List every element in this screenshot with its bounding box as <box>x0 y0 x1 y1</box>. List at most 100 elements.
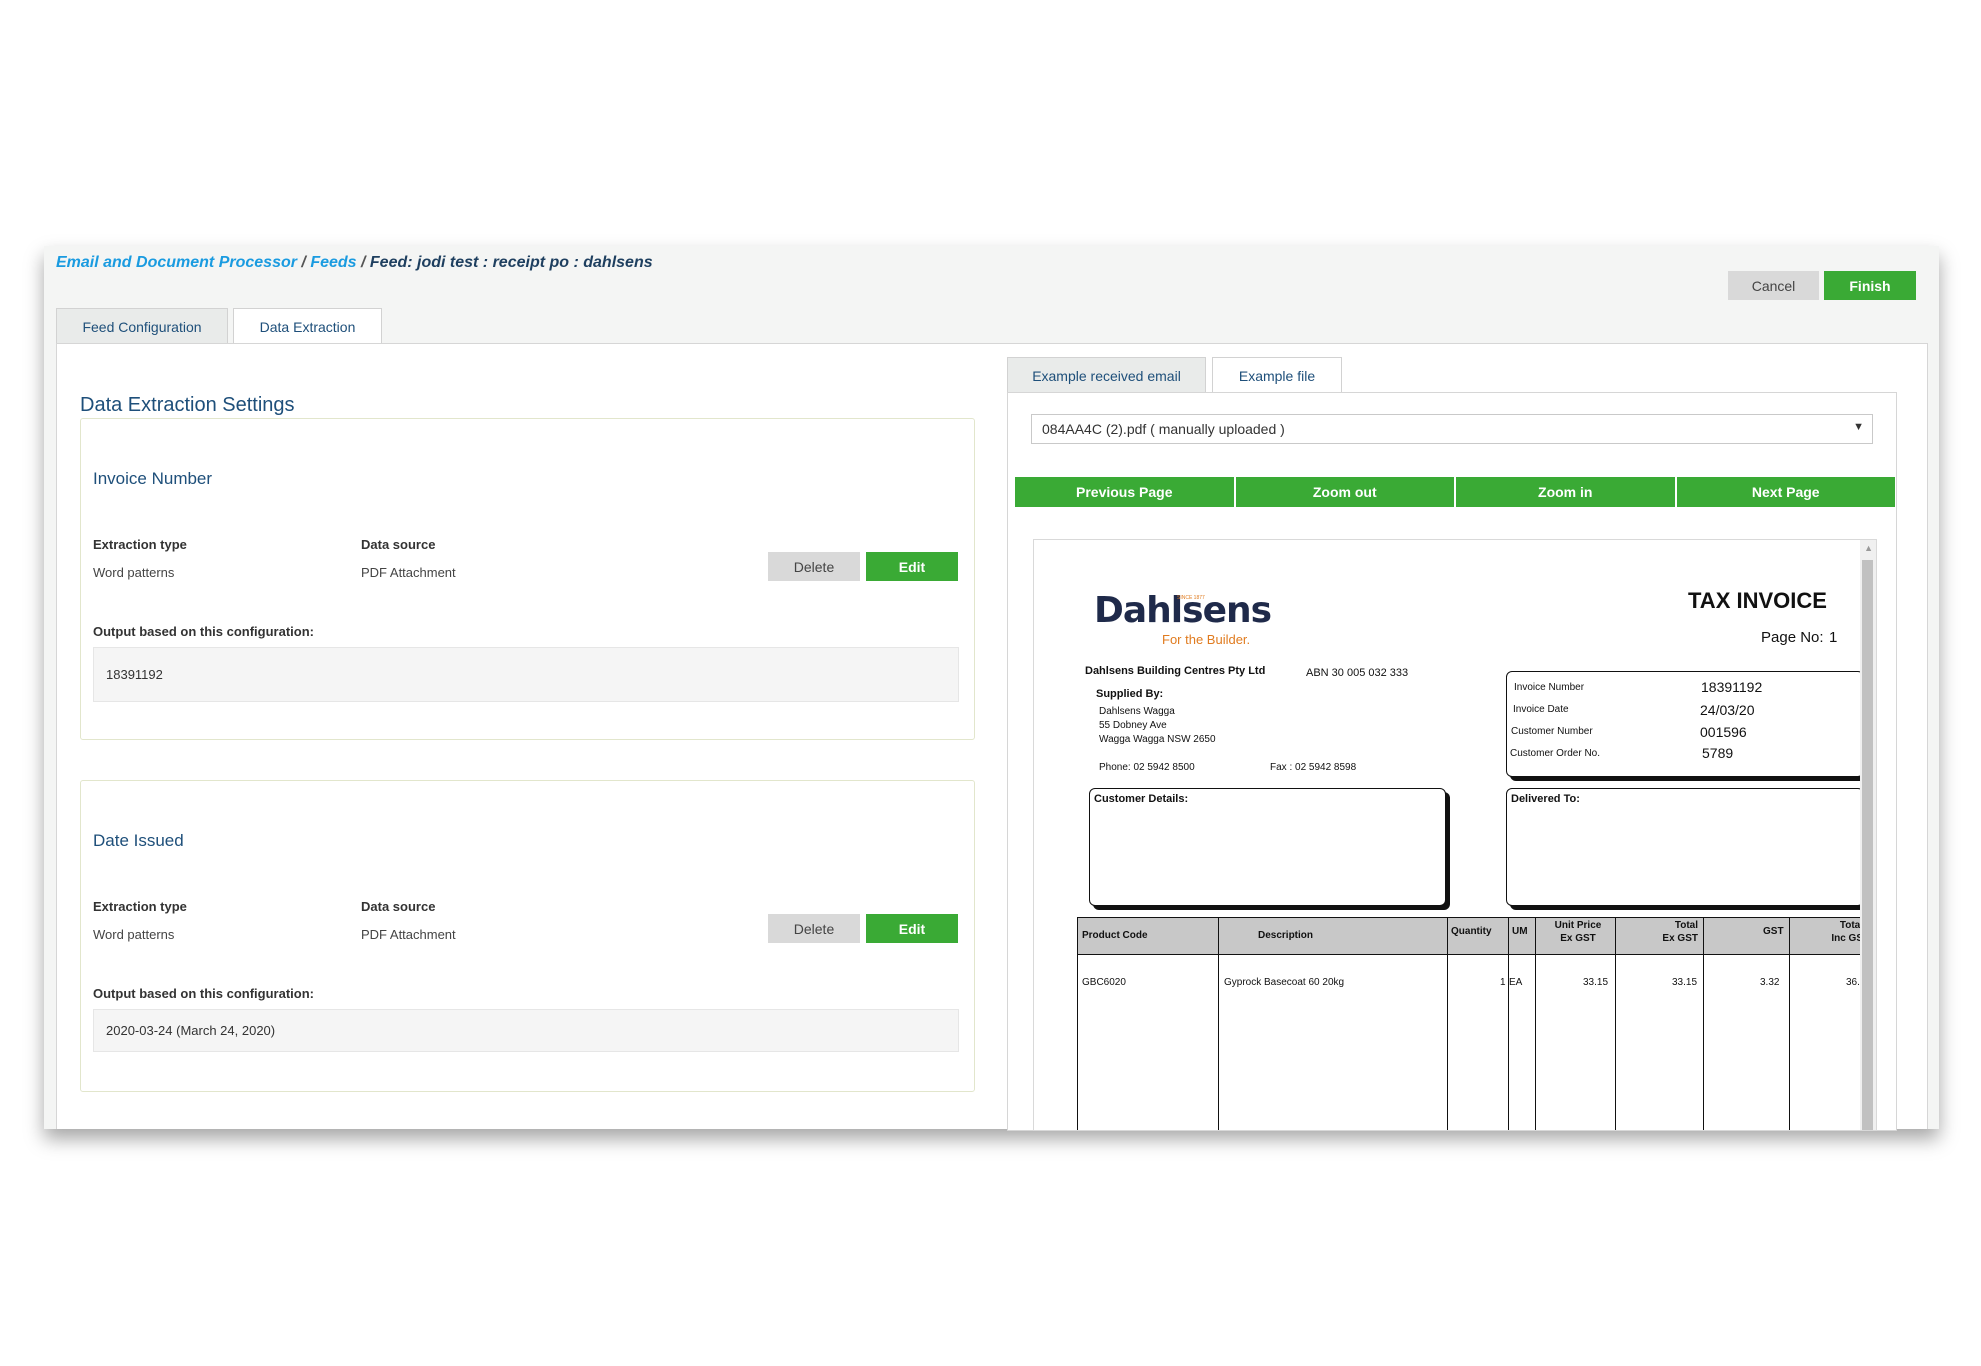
table-header-cell: Product Code <box>1082 930 1148 941</box>
data-source-value: PDF Attachment <box>361 927 456 942</box>
supplier-line: Wagga Wagga NSW 2650 <box>1099 734 1216 745</box>
breadcrumb-separator: / <box>356 254 370 271</box>
meta-label: Customer Number <box>1511 726 1593 737</box>
edit-button[interactable]: Edit <box>866 914 958 943</box>
table-col-divider <box>1789 917 1790 1130</box>
table-header-cell: UM <box>1512 926 1528 937</box>
cancel-button[interactable]: Cancel <box>1728 271 1819 300</box>
tab-example-file[interactable]: Example file <box>1212 357 1342 394</box>
breadcrumb-email-processor[interactable]: Email and Document Processor <box>56 254 297 271</box>
table-header-line: Ex GST <box>1662 933 1698 944</box>
delivered-to-box <box>1506 788 1864 906</box>
meta-label: Invoice Number <box>1514 682 1585 693</box>
card-title: Invoice Number <box>93 469 213 488</box>
data-source-value: PDF Attachment <box>361 565 456 580</box>
breadcrumb-separator: / <box>296 254 311 271</box>
table-cell-quantity: 1 <box>1500 977 1506 988</box>
table-cell-um: EA <box>1509 977 1523 988</box>
table-header-cell: GST <box>1763 926 1784 937</box>
page-no-label: Page No: <box>1761 629 1824 646</box>
output-value: 18391192 <box>93 647 959 702</box>
table-header-line: Inc GS <box>1831 933 1863 944</box>
table-header-line: Unit Price <box>1554 920 1602 931</box>
table-header-cell: Description <box>1258 930 1314 941</box>
delete-button[interactable]: Delete <box>768 914 860 943</box>
extraction-card-date-issued: Date Issued Extraction type Word pattern… <box>80 780 975 1092</box>
table-col-divider <box>1447 917 1448 1130</box>
table-col-divider <box>1703 917 1704 1130</box>
table-header-cell: Total Ex GST <box>1653 919 1698 945</box>
next-page-button[interactable]: Next Page <box>1676 477 1895 507</box>
table-cell-unit-price: 33.15 <box>1583 977 1609 988</box>
table-cell-total-inc: 36. <box>1846 977 1860 988</box>
delivered-to-label: Delivered To: <box>1511 793 1580 805</box>
table-col-divider <box>1508 917 1509 1130</box>
output-label: Output based on this configuration: <box>93 986 314 1001</box>
output-label: Output based on this configuration: <box>93 624 314 639</box>
pdf-viewer[interactable]: Dahlsens SINCE 1877 For the Builder. TAX… <box>1033 539 1877 1131</box>
breadcrumb: Email and Document Processor / Feeds / F… <box>56 254 653 272</box>
scrollbar-thumb[interactable] <box>1862 560 1873 1130</box>
table-header-line: Total <box>1674 920 1698 931</box>
company-name: Dahlsens Building Centres Pty Ltd <box>1085 665 1266 677</box>
meta-value: 5789 <box>1702 745 1734 761</box>
extraction-type-label: Extraction type <box>93 537 187 552</box>
tab-feed-configuration[interactable]: Feed Configuration <box>56 308 228 344</box>
table-cell-description: Gyprock Basecoat 60 20kg <box>1224 977 1345 988</box>
file-select-value: 084AA4C (2).pdf ( manually uploaded ) <box>1042 421 1285 437</box>
breadcrumb-current: Feed: jodi test : receipt po : dahlsens <box>369 254 653 271</box>
data-source-label: Data source <box>361 537 436 552</box>
supplied-by-label: Supplied By: <box>1096 688 1164 700</box>
supplier-fax: Fax : 02 5942 8598 <box>1270 762 1357 773</box>
table-col-divider <box>1535 917 1536 1130</box>
extraction-type-value: Word patterns <box>93 927 175 942</box>
table-header-line: Total <box>1839 920 1863 931</box>
zoom-out-button[interactable]: Zoom out <box>1235 477 1456 507</box>
table-cell-gst: 3.32 <box>1760 977 1780 988</box>
chevron-down-icon: ▼ <box>1853 421 1864 433</box>
table-col-divider <box>1615 917 1616 1130</box>
table-header-line: Ex GST <box>1560 933 1596 944</box>
card-title: Date Issued <box>93 831 184 850</box>
viewer-scrollbar[interactable]: ▲ <box>1860 540 1876 1130</box>
meta-value: 001596 <box>1700 724 1747 740</box>
section-title: Data Extraction Settings <box>80 394 295 416</box>
scroll-up-icon[interactable]: ▲ <box>1864 543 1873 553</box>
output-value: 2020-03-24 (March 24, 2020) <box>93 1009 959 1052</box>
logo-since: SINCE 1877 <box>1177 595 1205 601</box>
finish-button[interactable]: Finish <box>1824 271 1916 300</box>
extraction-type-value: Word patterns <box>93 565 175 580</box>
extraction-type-label: Extraction type <box>93 899 187 914</box>
meta-value: 24/03/20 <box>1700 702 1755 718</box>
breadcrumb-feeds[interactable]: Feeds <box>310 254 356 271</box>
invoice-title: TAX INVOICE <box>1688 588 1827 613</box>
meta-label: Invoice Date <box>1513 704 1569 715</box>
table-header-cell: Quantity <box>1451 926 1492 937</box>
invoice-line-table: Product Code Description Quantity UM Uni… <box>1077 917 1868 1130</box>
viewer-nav: Previous Page Zoom out Zoom in Next Page <box>1015 477 1895 507</box>
file-select[interactable]: 084AA4C (2).pdf ( manually uploaded ) ▼ <box>1031 414 1873 444</box>
logo-tagline: For the Builder. <box>1162 632 1251 647</box>
edit-button[interactable]: Edit <box>866 552 958 581</box>
previous-page-button[interactable]: Previous Page <box>1015 477 1236 507</box>
zoom-in-button[interactable]: Zoom in <box>1456 477 1677 507</box>
data-source-label: Data source <box>361 899 436 914</box>
table-col-divider <box>1218 917 1219 1130</box>
tab-data-extraction[interactable]: Data Extraction <box>233 308 382 345</box>
tab-example-received-email[interactable]: Example received email <box>1007 357 1206 393</box>
meta-value: 18391192 <box>1701 679 1763 695</box>
company-abn: ABN 30 005 032 333 <box>1306 667 1409 679</box>
supplier-line: Dahlsens Wagga <box>1099 706 1175 717</box>
table-header-cell: Unit Price Ex GST <box>1548 919 1608 945</box>
table-cell-product-code: GBC6020 <box>1082 977 1126 988</box>
supplier-phone: Phone: 02 5942 8500 <box>1099 762 1195 773</box>
table-header-cell: Total Inc GS <box>1823 919 1863 945</box>
supplier-line: 55 Dobney Ave <box>1099 720 1167 731</box>
meta-label: Customer Order No. <box>1510 748 1601 759</box>
customer-details-label: Customer Details: <box>1094 793 1189 805</box>
invoice-page: Dahlsens SINCE 1877 For the Builder. TAX… <box>1034 540 1868 1130</box>
extraction-card-invoice-number: Invoice Number Extraction type Word patt… <box>80 418 975 740</box>
delete-button[interactable]: Delete <box>768 552 860 581</box>
page-no-value: 1 <box>1829 629 1838 646</box>
table-cell-total-ex: 33.15 <box>1672 977 1698 988</box>
